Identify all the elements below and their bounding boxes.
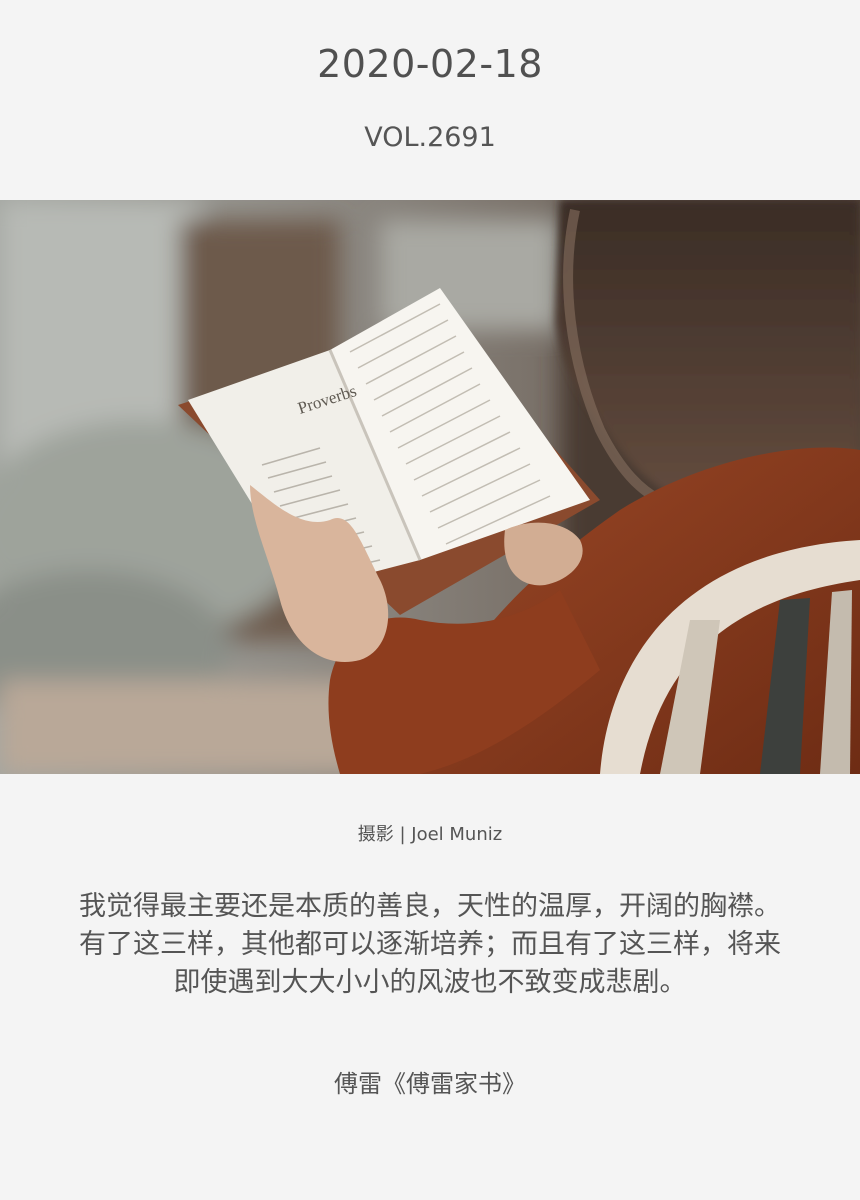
issue-date: 2020-02-18 <box>317 42 543 86</box>
quote-line: 有了这三样，其他都可以逐渐培养；而且有了这三样，将来 <box>79 929 781 960</box>
reading-woman-illustration: Proverbs <box>0 200 860 774</box>
cover-photo: Proverbs <box>0 200 860 774</box>
photo-credit: 摄影 | Joel Muniz <box>357 824 503 845</box>
quote-source: 傅雷《傅雷家书》 <box>334 1070 526 1098</box>
quote-text: 我觉得最主要还是本质的善良，天性的温厚，开阔的胸襟。 有了这三样，其他都可以逐渐… <box>30 888 830 1002</box>
quote-line: 我觉得最主要还是本质的善良，天性的温厚，开阔的胸襟。 <box>79 891 781 922</box>
issue-volume: VOL.2691 <box>364 122 496 153</box>
quote-line: 即使遇到大大小小的风波也不致变成悲剧。 <box>173 967 687 998</box>
daily-quote-card: 2020-02-18 VOL.2691 Proverbs 摄影 | Joel M… <box>0 0 860 1200</box>
